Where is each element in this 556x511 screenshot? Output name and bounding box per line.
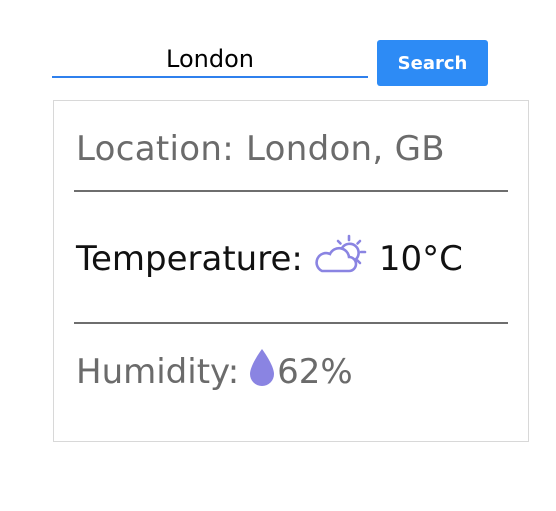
city-search-input[interactable] xyxy=(52,42,368,78)
water-drop-icon xyxy=(247,347,277,398)
divider xyxy=(74,190,508,192)
humidity-label: Humidity: xyxy=(76,352,240,392)
temperature-value: 10°C xyxy=(378,239,463,279)
partly-cloudy-icon xyxy=(313,233,369,286)
divider xyxy=(74,322,508,324)
temperature-label: Temperature: xyxy=(76,239,303,279)
humidity-value: 62% xyxy=(277,352,353,392)
location-value: London, GB xyxy=(245,129,445,169)
weather-card: Location: London, GB Temperature: 10°C H… xyxy=(53,100,529,442)
location-label: Location: xyxy=(76,129,234,169)
humidity-row: Humidity: 62% xyxy=(76,346,353,398)
temperature-row: Temperature: 10°C xyxy=(76,233,463,285)
location-row: Location: London, GB xyxy=(76,123,445,175)
search-button[interactable]: Search xyxy=(377,40,488,86)
search-bar: Search xyxy=(52,40,488,86)
